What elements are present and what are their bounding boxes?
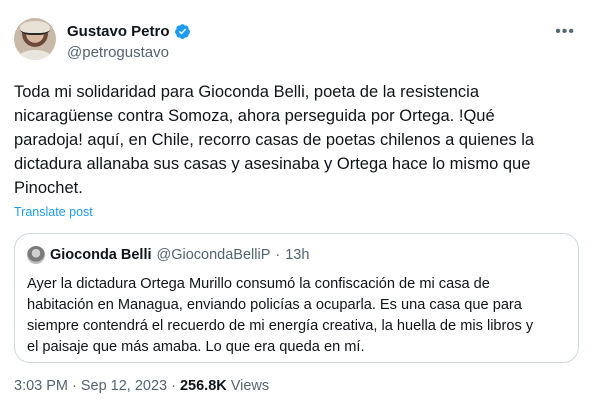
quoted-author-handle: @GiocondaBelliP: [156, 247, 271, 263]
meta-separator: ·: [72, 378, 77, 394]
more-icon[interactable]: •••: [555, 24, 575, 40]
quoted-author-name: Gioconda Belli: [50, 247, 152, 263]
avatar-hat: [20, 21, 50, 35]
translate-post-link[interactable]: Translate post: [14, 205, 93, 219]
quoted-avatar: [27, 246, 45, 264]
tweet-text: Toda mi solidaridad para Gioconda Belli,…: [14, 83, 535, 197]
meta-separator: ·: [171, 378, 176, 394]
views-label: Views: [230, 378, 270, 394]
quoted-text: Ayer la dictadura Ortega Murillo consumó…: [27, 276, 534, 355]
quoted-timestamp: 13h: [285, 247, 310, 263]
author-name[interactable]: Gustavo Petro: [67, 23, 170, 40]
post-date[interactable]: Sep 12, 2023: [81, 378, 167, 394]
avatar-shirt: [18, 50, 52, 60]
quoted-header: Gioconda Belli @GiocondaBelliP · 13h: [27, 246, 309, 264]
author-avatar[interactable]: [14, 18, 56, 60]
quoted-separator: ·: [275, 247, 281, 263]
author-handle[interactable]: @petrogustavo: [67, 44, 169, 61]
tweet-header: Gustavo Petro @petrogustavo •••: [14, 18, 579, 66]
author-name-row: Gustavo Petro: [67, 23, 191, 40]
verified-badge-icon: [174, 24, 190, 39]
views-count: 256.8K: [179, 378, 227, 394]
post-time[interactable]: 3:03 PM: [14, 378, 68, 394]
tweet-meta: 3:03 PM · Sep 12, 2023 · 256.8K Views: [14, 378, 269, 394]
quoted-tweet[interactable]: Gioconda Belli @GiocondaBelliP · 13h Aye…: [14, 233, 579, 363]
